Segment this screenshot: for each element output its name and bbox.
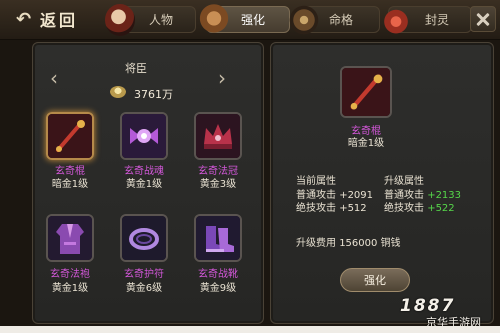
upgrade-attributes-header: 升级属性 [384,176,424,187]
hero-name: 将臣 [125,62,147,75]
tab-destiny-label: 命格 [329,13,354,27]
spirit-seal-icon [381,4,411,36]
tab-character[interactable]: 人物 [105,4,196,36]
hammer-icon [199,4,229,36]
coin-icon [110,86,126,98]
item-level: 黄金1级 [51,283,89,294]
currency-amount: 3761万 [134,88,173,101]
tab-character-label: 人物 [149,13,174,27]
staff-weapon-icon [342,68,390,116]
battle-soul-orb-icon [122,114,166,158]
destiny-compass-icon [289,4,319,36]
watermark-number: 1887 [400,296,456,316]
staff-weapon-icon [48,114,92,158]
robe-armor-icon [48,216,92,260]
current-attr-row: 绝技攻击 +512 [296,199,367,214]
close-icon[interactable] [470,6,496,32]
bottom-strip [0,326,500,333]
equip-slot-amulet[interactable] [120,214,168,262]
cost-unit: 铜钱 [380,238,401,249]
item-name: 玄奇护符 [124,269,164,280]
tab-spirit-seal[interactable]: 封灵 [381,4,472,36]
item-level: 黄金1级 [125,179,163,190]
equip-slot-crown[interactable] [194,112,242,160]
upgrade-cost: 升级费用 156000 铜钱 [296,234,401,249]
next-hero-arrow-icon[interactable]: › [218,66,228,90]
equip-slot-boots[interactable] [194,214,242,262]
equip-slot-staff[interactable] [46,112,94,160]
cost-label: 升级费用 [296,238,336,249]
attr-value: +512 [339,203,367,214]
upgrade-attr-row: 绝技攻击 +522 [384,199,455,214]
crown-icon [196,114,240,158]
selected-item-level: 暗金1级 [347,138,385,149]
boots-icon [196,216,240,260]
item-name: 玄奇法袍 [50,269,90,280]
tab-destiny[interactable]: 命格 [289,4,380,36]
enhance-button[interactable]: 强化 [340,268,410,292]
item-level: 黄金3级 [199,179,237,190]
equip-slot-robe[interactable] [46,214,94,262]
back-label: 返回 [40,11,79,30]
item-level: 黄金6级 [125,283,163,294]
prev-hero-arrow-icon[interactable]: ‹ [50,66,60,90]
top-bar: ↶ 返回 人物 强化 命格 封灵 [0,0,500,40]
tab-spirit-seal-label: 封灵 [425,13,450,27]
tab-enhance-label: 强化 [241,13,266,27]
selected-item-slot [340,66,392,118]
equip-slot-battle-soul[interactable] [120,112,168,160]
attr-label: 绝技攻击 [296,203,336,214]
ring-amulet-icon [122,216,166,260]
item-level: 暗金1级 [51,179,89,190]
current-attributes-header: 当前属性 [296,176,336,187]
back-button[interactable]: ↶ 返回 [2,4,92,34]
tab-enhance[interactable]: 强化 [199,4,290,36]
attr-label: 绝技攻击 [384,203,424,214]
character-portrait-icon [105,4,135,36]
item-level: 黄金9级 [199,283,237,294]
attr-value: +522 [427,203,455,214]
item-name: 玄奇战靴 [198,269,238,280]
back-arrow-icon: ↶ [15,8,35,30]
cost-value: 156000 [339,238,378,249]
